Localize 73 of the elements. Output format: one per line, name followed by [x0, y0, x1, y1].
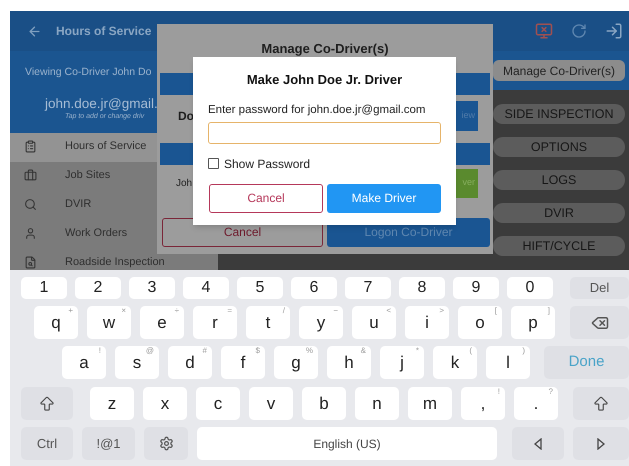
keyboard-key[interactable]: d # [168, 346, 212, 379]
key-hint: @ [146, 347, 154, 355]
keyboard-key[interactable]: 8 [399, 277, 445, 299]
keyboard-key[interactable]: v [249, 387, 293, 420]
keyboard-key[interactable]: z [90, 387, 134, 420]
driver-email[interactable]: john.doe.jr@gmail. [45, 94, 158, 112]
header-title: Hours of Service [56, 23, 152, 40]
key-hint: / [282, 307, 285, 315]
dialog-title: Manage Co-Driver(s) [261, 40, 389, 58]
keyboard-key[interactable]: 6 [291, 277, 337, 299]
viewing-label: Viewing Co-Driver John Do [25, 65, 152, 80]
keyboard-key[interactable]: n [355, 387, 399, 420]
keyboard-key[interactable]: 7 [345, 277, 391, 299]
key-hint: = [227, 307, 232, 315]
key-hint: − [333, 307, 338, 315]
manage-co-drivers-button[interactable]: Manage Co-Driver(s) [492, 60, 625, 81]
keyboard-key[interactable]: 9 [453, 277, 499, 299]
keyboard-key[interactable]: u < [352, 306, 396, 339]
keyboard-key[interactable]: l ) [486, 346, 530, 379]
keyboard-key[interactable]: j * [380, 346, 424, 379]
keyboard-key[interactable]: Del [570, 277, 629, 299]
key-hint: # [202, 347, 207, 355]
keyboard-key[interactable]: 0 [507, 277, 553, 299]
keyboard-key[interactable]: e ÷ [140, 306, 184, 339]
key-hint: ( [469, 347, 472, 355]
keyboard-key[interactable]: b [302, 387, 346, 420]
key-hint: + [68, 307, 73, 315]
keyboard-key[interactable]: o [ [458, 306, 502, 339]
keyboard-key[interactable]: x [143, 387, 187, 420]
keyboard-key[interactable]: h & [327, 346, 371, 379]
key-hint: $ [256, 347, 260, 355]
keyboard-key[interactable]: 4 [183, 277, 229, 299]
keyboard-key[interactable]: t / [246, 306, 290, 339]
keyboard-key[interactable]: r = [193, 306, 237, 339]
co-driver-label: Joh [176, 176, 192, 190]
key-hint: [ [494, 307, 497, 315]
keyboard-key[interactable]: p ] [511, 306, 555, 339]
keyboard-key[interactable]: f $ [221, 346, 265, 379]
keyboard-key[interactable]: k ( [433, 346, 477, 379]
keyboard-key[interactable]: m [408, 387, 452, 420]
key-hint: ÷ [174, 307, 179, 315]
keyboard-key[interactable]: i > [405, 306, 449, 339]
key-hint: ! [498, 388, 500, 396]
keyboard-key[interactable]: . ? [514, 387, 558, 420]
driver-label: Do [178, 108, 194, 124]
keyboard-key[interactable]: g % [274, 346, 318, 379]
keyboard-key[interactable]: 2 [75, 277, 121, 299]
key-hint: * [416, 347, 419, 355]
keyboard-key[interactable]: w × [87, 306, 131, 339]
password-prompt: Enter password for john.doe.jr@gmail.com [208, 102, 426, 118]
keyboard-key[interactable]: 5 [237, 277, 283, 299]
keyboard-key[interactable]: c [196, 387, 240, 420]
keyboard-key[interactable]: q + [34, 306, 78, 339]
key-hint: > [439, 307, 444, 315]
key-hint: ] [548, 307, 550, 315]
cancel-button[interactable]: Cancel [209, 184, 323, 213]
keyboard-key[interactable]: !@1 [82, 427, 135, 460]
key-hint: × [121, 307, 126, 315]
key-hint: < [386, 307, 391, 315]
keyboard-key[interactable]: 3 [129, 277, 175, 299]
keyboard-key[interactable]: y − [299, 306, 343, 339]
key-hint: ? [548, 388, 553, 396]
keyboard-key[interactable]: Ctrl [21, 427, 73, 460]
keyboard-key[interactable]: a ! [62, 346, 106, 379]
keyboard-key[interactable]: 1 [21, 277, 67, 299]
key-hint: ! [98, 347, 101, 355]
key-hint: % [306, 347, 313, 355]
key-hint: ) [522, 347, 525, 355]
space-key[interactable]: English (US) [197, 427, 497, 460]
keyboard-key[interactable]: s @ [115, 346, 159, 379]
dialog-title: Make John Doe Jr. Driver [246, 71, 402, 89]
keyboard-key[interactable]: , ! [461, 387, 505, 420]
key-hint: & [360, 347, 366, 355]
